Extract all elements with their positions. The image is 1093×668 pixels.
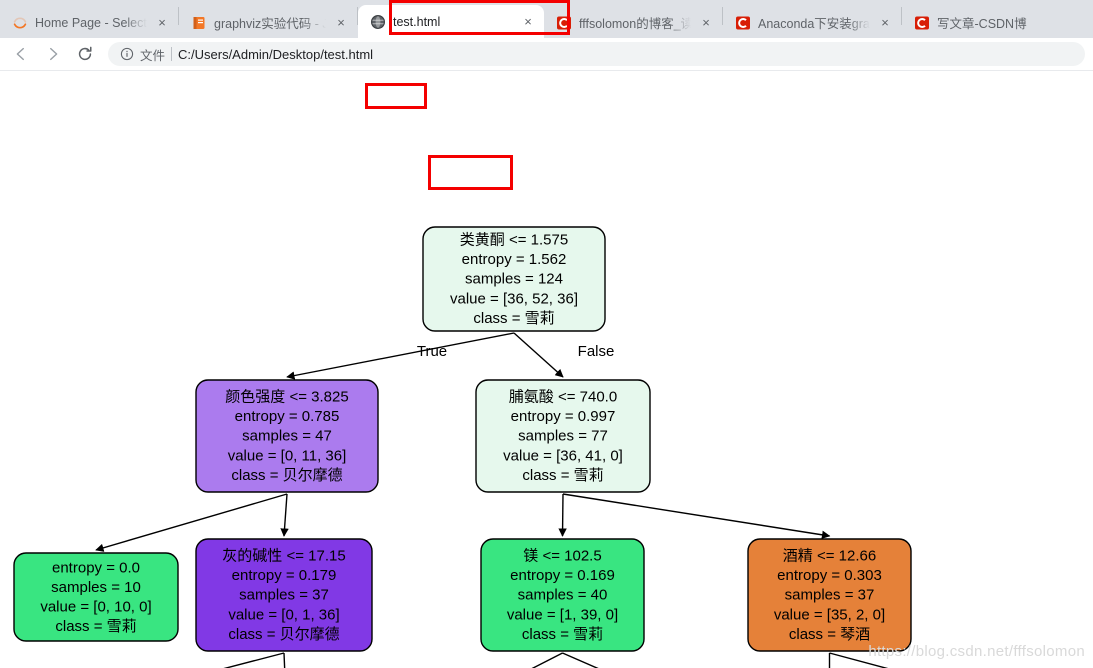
node-line: value = [1, 39, 0]: [507, 606, 618, 623]
node-line: class = 雪莉: [55, 618, 136, 635]
node-line: value = [0, 1, 36]: [228, 606, 339, 623]
node-line: samples = 47: [242, 428, 332, 445]
globe-icon: [370, 14, 386, 30]
node-line: samples = 37: [239, 587, 329, 604]
tree-edge: [531, 652, 563, 668]
close-icon[interactable]: ×: [333, 15, 349, 31]
node-line: entropy = 0.0: [52, 559, 140, 576]
node-line: entropy = 1.562: [462, 251, 567, 268]
edge-label: False: [578, 343, 615, 360]
page-content: 类黄酮 <= 1.575 entropy = 1.562 samples = 124…: [0, 71, 1093, 668]
tab-label: fffsolomon的博客_读重: [579, 17, 691, 31]
tree-node: 镁 <= 102.5 entropy = 0.169 samples = 40 val…: [480, 538, 645, 652]
tree-edge: [829, 652, 889, 668]
edge-label: True: [417, 343, 447, 360]
node-line: entropy = 0.785: [235, 408, 340, 425]
node-line: samples = 40: [518, 587, 608, 604]
node-line: 酒精 <= 12.66: [783, 548, 876, 565]
annotation-root-feature: [365, 83, 427, 109]
tree-edge: [562, 652, 599, 668]
node-line: value = [36, 41, 0]: [503, 447, 623, 464]
tab-anaconda-graphviz[interactable]: Anaconda下安装graph ×: [723, 7, 901, 38]
tab-graphviz-notebook[interactable]: graphviz实验代码 - Jup ×: [179, 7, 357, 38]
node-line: entropy = 0.169: [510, 567, 615, 584]
close-icon[interactable]: ×: [877, 15, 893, 31]
node-line: 脯氨酸 <= 740.0: [509, 389, 617, 406]
node-line: class = 贝尔摩德: [228, 625, 339, 643]
tab-label: 写文章-CSDN博: [937, 17, 1027, 31]
jupyter-icon: [12, 15, 28, 31]
csdn-icon: [914, 15, 930, 31]
tab-write-article[interactable]: 写文章-CSDN博: [902, 7, 1080, 38]
node-line: entropy = 0.303: [777, 567, 882, 584]
tree-edge: [223, 652, 285, 668]
node-line: 灰的碱性 <= 17.15: [222, 548, 345, 565]
tab-label: graphviz实验代码 - Jup: [214, 17, 326, 31]
scheme-label: 文件: [140, 48, 166, 63]
tab-csdn-blog[interactable]: fffsolomon的博客_读重 ×: [544, 7, 722, 38]
decision-tree-graph: 类黄酮 <= 1.575 entropy = 1.562 samples = 124…: [13, 226, 912, 668]
node-line: value = [35, 2, 0]: [774, 606, 885, 623]
tab-home-page[interactable]: Home Page - Select or ×: [0, 7, 178, 38]
annotation-active-tab: [389, 0, 570, 35]
node-line: class = 贝尔摩德: [231, 466, 342, 484]
browser-toolbar: 文件 C:/Users/Admin/Desktop/test.html: [0, 38, 1093, 71]
tree-nodes: 类黄酮 <= 1.575 entropy = 1.562 samples = 124…: [13, 226, 912, 652]
address-bar[interactable]: 文件 C:/Users/Admin/Desktop/test.html: [108, 42, 1085, 66]
close-icon[interactable]: ×: [154, 15, 170, 31]
tree-node: 颜色强度 <= 3.825 entropy = 0.785 samples = 47…: [195, 379, 379, 493]
info-icon: [120, 47, 134, 61]
tab-label: Home Page - Select or: [35, 15, 147, 30]
tree-edge: [558, 493, 567, 537]
back-button[interactable]: [6, 39, 36, 69]
tree-edge: [286, 332, 515, 380]
tree-edge: [283, 652, 286, 668]
tab-label: Anaconda下安装graph: [758, 17, 870, 31]
tree-edge: [513, 332, 564, 378]
node-line: value = [0, 10, 0]: [40, 599, 151, 616]
tree-node: 脯氨酸 <= 740.0 entropy = 0.997 samples = 77 v…: [475, 379, 651, 493]
notebook-icon: [191, 15, 207, 31]
tree-node: entropy = 0.0 samples = 10 value = [0, 10,…: [13, 552, 179, 642]
close-icon[interactable]: ×: [698, 15, 714, 31]
node-line: class = 雪莉: [522, 467, 603, 484]
node-line: entropy = 0.997: [511, 408, 616, 425]
tree-edge-labels: True False: [417, 343, 614, 360]
reload-button[interactable]: [70, 39, 100, 69]
node-line: value = [36, 52, 36]: [450, 290, 578, 307]
tree-edge: [280, 493, 289, 537]
tree-node: 类黄酮 <= 1.575 entropy = 1.562 samples = 124…: [422, 226, 606, 332]
node-line: samples = 10: [51, 579, 141, 596]
node-line: samples = 77: [518, 428, 608, 445]
tree-node: 酒精 <= 12.66 entropy = 0.303 samples = 37 va…: [747, 538, 912, 652]
node-line: 颜色强度 <= 3.825: [225, 389, 348, 406]
omnibox-divider: [171, 47, 173, 61]
url-text: C:/Users/Admin/Desktop/test.html: [178, 46, 374, 62]
forward-button[interactable]: [38, 39, 68, 69]
node-line: class = 琴酒: [789, 626, 870, 643]
node-line: entropy = 0.179: [232, 567, 337, 584]
csdn-icon: [735, 15, 751, 31]
node-line: value = [0, 11, 36]: [228, 447, 347, 464]
tree-node: 灰的碱性 <= 17.15 entropy = 0.179 samples = 37…: [195, 538, 373, 652]
browser-window: Home Page - Select or × graphviz实验代码 - J…: [0, 0, 1093, 668]
node-line: class = 雪莉: [522, 626, 603, 643]
node-line: samples = 124: [465, 271, 563, 288]
node-line: samples = 37: [785, 587, 875, 604]
node-line: 类黄酮 <= 1.575: [460, 232, 568, 249]
node-line: class = 雪莉: [473, 310, 554, 327]
tree-edge: [562, 493, 831, 539]
annotation-root-class: [428, 155, 513, 190]
node-line: 镁 <= 102.5: [523, 548, 601, 565]
